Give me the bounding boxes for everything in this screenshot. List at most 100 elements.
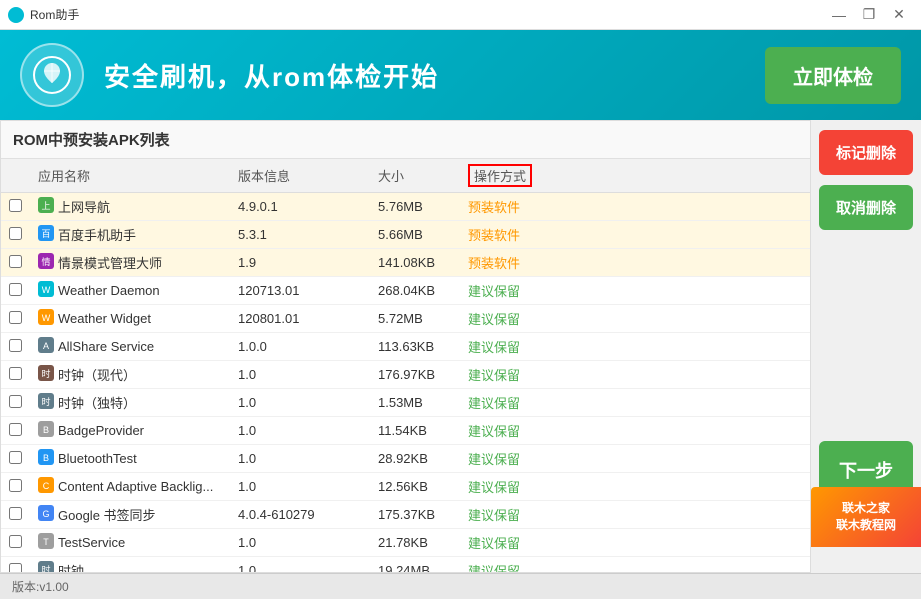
check-button[interactable]: 立即体检	[765, 47, 901, 104]
status-bar: 版本:v1.00	[0, 573, 921, 599]
row-checkbox-cell[interactable]	[1, 249, 30, 277]
row-checkbox[interactable]	[9, 311, 22, 324]
app-name-cell: 百 百度手机助手	[30, 221, 230, 249]
app-action-cell: 建议保留	[460, 501, 810, 529]
app-name-label: BadgeProvider	[58, 423, 144, 438]
app-version-cell: 1.0	[230, 557, 370, 573]
row-checkbox[interactable]	[9, 255, 22, 268]
row-checkbox-cell[interactable]	[1, 277, 30, 305]
row-checkbox[interactable]	[9, 395, 22, 408]
svg-text:A: A	[43, 341, 49, 351]
app-icon-9: B	[38, 449, 54, 468]
maximize-button[interactable]: ❐	[855, 1, 883, 29]
row-checkbox[interactable]	[9, 563, 22, 573]
row-checkbox-cell[interactable]	[1, 305, 30, 333]
row-checkbox-cell[interactable]	[1, 193, 30, 221]
app-version-cell: 120801.01	[230, 305, 370, 333]
app-icon-1: 百	[38, 225, 54, 244]
title-bar-text: Rom助手	[30, 6, 825, 23]
app-name-cell: B BluetoothTest	[30, 445, 230, 473]
app-size-cell: 1.53MB	[370, 389, 460, 417]
close-button[interactable]: ✕	[885, 1, 913, 29]
cancel-delete-button[interactable]: 取消删除	[819, 185, 913, 230]
svg-text:W: W	[42, 285, 51, 295]
app-name-label: TestService	[58, 535, 125, 550]
window-controls: — ❐ ✕	[825, 1, 913, 29]
app-icon-6: 时	[38, 365, 54, 384]
table-row: B BadgeProvider 1.0 11.54KB 建议保留	[1, 417, 810, 445]
table-row: 上 上网导航 4.9.0.1 5.76MB 预装软件	[1, 193, 810, 221]
row-checkbox[interactable]	[9, 535, 22, 548]
app-version-cell: 1.0	[230, 445, 370, 473]
app-action-cell: 建议保留	[460, 529, 810, 557]
row-checkbox[interactable]	[9, 339, 22, 352]
app-icon	[8, 7, 24, 23]
svg-text:W: W	[42, 313, 51, 323]
app-table[interactable]: 应用名称 版本信息 大小 操作方式 上	[1, 159, 810, 572]
app-version-cell: 5.3.1	[230, 221, 370, 249]
row-checkbox[interactable]	[9, 227, 22, 240]
app-icon-8: B	[38, 421, 54, 440]
corner-logo-text: 联木之家联木教程网	[836, 500, 896, 534]
row-checkbox[interactable]	[9, 199, 22, 212]
app-action-cell: 建议保留	[460, 305, 810, 333]
app-action-cell: 建议保留	[460, 333, 810, 361]
app-version-cell: 1.0.0	[230, 333, 370, 361]
app-name-cell: 上 上网导航	[30, 193, 230, 221]
main-content: ROM中预安装APK列表 应用名称 版本信息 大小 操作方式	[0, 120, 921, 573]
right-sidebar: 标记删除 取消删除 联木之家联木教程网 下一步	[811, 120, 921, 573]
app-size-cell: 5.72MB	[370, 305, 460, 333]
col-app-name: 应用名称	[30, 159, 230, 193]
app-name-cell: T TestService	[30, 529, 230, 557]
app-icon-3: W	[38, 281, 54, 300]
minimize-button[interactable]: —	[825, 1, 853, 29]
row-checkbox-cell[interactable]	[1, 445, 30, 473]
table-row: 百 百度手机助手 5.3.1 5.66MB 预装软件	[1, 221, 810, 249]
table-row: 时 时钟（独特） 1.0 1.53MB 建议保留	[1, 389, 810, 417]
row-checkbox[interactable]	[9, 367, 22, 380]
col-size: 大小	[370, 159, 460, 193]
app-name-label: 百度手机助手	[58, 225, 136, 244]
table-row: B BluetoothTest 1.0 28.92KB 建议保留	[1, 445, 810, 473]
row-checkbox-cell[interactable]	[1, 529, 30, 557]
svg-text:G: G	[42, 509, 49, 519]
app-name-label: 时钟	[58, 561, 84, 572]
row-checkbox-cell[interactable]	[1, 361, 30, 389]
table-row: A AllShare Service 1.0.0 113.63KB 建议保留	[1, 333, 810, 361]
table-row: 时 时钟 1.0 19.24MB 建议保留	[1, 557, 810, 573]
app-version-cell: 1.0	[230, 361, 370, 389]
row-checkbox-cell[interactable]	[1, 557, 30, 573]
app-icon-11: G	[38, 505, 54, 524]
table-row: 情 情景模式管理大师 1.9 141.08KB 预装软件	[1, 249, 810, 277]
app-action-cell: 建议保留	[460, 445, 810, 473]
row-checkbox[interactable]	[9, 479, 22, 492]
row-checkbox[interactable]	[9, 451, 22, 464]
app-size-cell: 21.78KB	[370, 529, 460, 557]
row-checkbox[interactable]	[9, 507, 22, 520]
app-name-label: 时钟（现代）	[58, 365, 136, 384]
row-checkbox-cell[interactable]	[1, 221, 30, 249]
app-name-cell: 情 情景模式管理大师	[30, 249, 230, 277]
mark-delete-button[interactable]: 标记删除	[819, 130, 913, 175]
row-checkbox-cell[interactable]	[1, 417, 30, 445]
app-name-cell: W Weather Daemon	[30, 277, 230, 305]
app-action-cell: 建议保留	[460, 417, 810, 445]
row-checkbox[interactable]	[9, 283, 22, 296]
app-icon-13: 时	[38, 561, 54, 572]
app-action-cell: 建议保留	[460, 389, 810, 417]
app-action-cell: 预装软件	[460, 193, 810, 221]
app-size-cell: 175.37KB	[370, 501, 460, 529]
row-checkbox-cell[interactable]	[1, 389, 30, 417]
row-checkbox[interactable]	[9, 423, 22, 436]
svg-text:上: 上	[41, 201, 50, 211]
row-checkbox-cell[interactable]	[1, 473, 30, 501]
app-size-cell: 19.24MB	[370, 557, 460, 573]
svg-text:时: 时	[41, 564, 50, 572]
svg-text:百: 百	[41, 229, 50, 239]
row-checkbox-cell[interactable]	[1, 333, 30, 361]
app-name-cell: W Weather Widget	[30, 305, 230, 333]
app-name-label: Weather Daemon	[58, 283, 160, 298]
app-name-label: BluetoothTest	[58, 451, 137, 466]
col-operation: 操作方式	[460, 159, 810, 193]
row-checkbox-cell[interactable]	[1, 501, 30, 529]
